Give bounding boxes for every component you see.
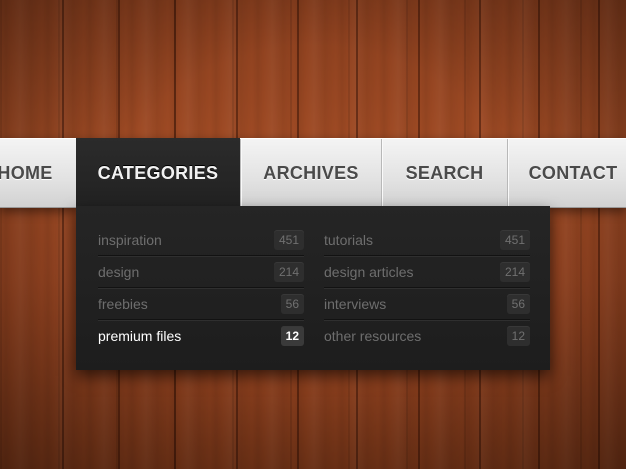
dropdown-left-column: inspiration 451 design 214 freebies 56 p… [98, 224, 304, 352]
nav-contact[interactable]: CONTACT [507, 139, 626, 207]
category-item-tutorials[interactable]: tutorials 451 [324, 224, 530, 256]
count-badge: 56 [506, 293, 530, 314]
main-navigation: HOME CATEGORIES ARCHIVES SEARCH CONTACT [0, 138, 626, 208]
count-badge: 56 [280, 293, 304, 314]
nav-categories-label: CATEGORIES [97, 162, 219, 183]
count-badge: 451 [499, 229, 530, 250]
nav-search-label: SEARCH [405, 162, 484, 183]
category-item-premium-files[interactable]: premium files 12 [98, 320, 304, 352]
category-item-inspiration[interactable]: inspiration 451 [98, 224, 304, 256]
dropdown-right-column: tutorials 451 design articles 214 interv… [324, 224, 530, 352]
category-label: interviews [324, 295, 387, 312]
count-badge: 12 [506, 326, 530, 346]
category-item-design[interactable]: design 214 [98, 256, 304, 288]
category-item-design-articles[interactable]: design articles 214 [324, 256, 530, 288]
nav-categories[interactable]: CATEGORIES [76, 138, 240, 208]
category-label: design articles [324, 263, 414, 280]
nav-contact-label: CONTACT [528, 162, 618, 183]
category-item-interviews[interactable]: interviews 56 [324, 288, 530, 320]
categories-dropdown: inspiration 451 design 214 freebies 56 p… [76, 206, 550, 370]
nav-home-label: HOME [0, 162, 53, 183]
count-badge: 214 [499, 261, 530, 282]
category-label: freebies [98, 295, 148, 312]
category-label: tutorials [324, 231, 374, 248]
count-badge: 214 [273, 261, 304, 282]
category-item-other-resources[interactable]: other resources 12 [324, 320, 530, 352]
category-item-freebies[interactable]: freebies 56 [98, 288, 304, 320]
count-badge: 12 [280, 326, 304, 346]
category-label: premium files [98, 328, 182, 344]
nav-archives-label: ARCHIVES [263, 162, 359, 183]
category-label: other resources [324, 328, 422, 344]
nav-search[interactable]: SEARCH [381, 139, 507, 207]
category-label: design [98, 263, 140, 280]
nav-archives[interactable]: ARCHIVES [240, 139, 381, 207]
category-label: inspiration [98, 231, 162, 248]
count-badge: 451 [273, 229, 304, 250]
nav-home[interactable]: HOME [0, 139, 76, 207]
